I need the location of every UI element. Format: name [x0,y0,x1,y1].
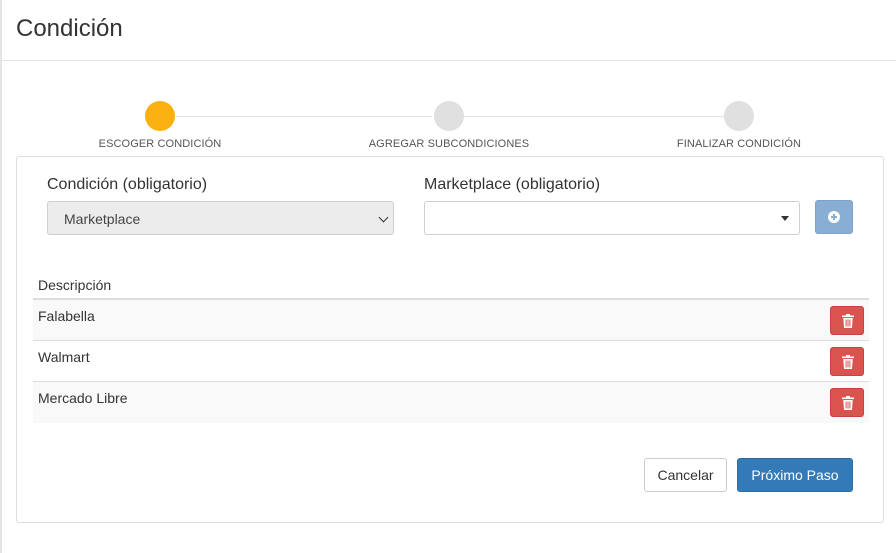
trash-icon [842,396,854,410]
table-row: Walmart [33,341,869,382]
caret-down-icon [781,216,789,221]
marketplace-select[interactable] [424,201,800,235]
step-2-label: AGREGAR SUBCONDICIONES [368,138,530,150]
row-description: Walmart [38,349,90,365]
table-header-description: Descripción [33,269,869,300]
step-2-indicator [434,101,464,131]
table-row: Falabella [33,300,869,341]
stepper-connector [176,116,432,117]
condition-label: Condición (obligatorio) [47,176,208,193]
condition-select-value: Marketplace [64,211,141,227]
trash-icon [842,355,854,369]
step-3-indicator [724,101,754,131]
stepper-connector [464,116,724,117]
step-1-indicator [145,101,175,131]
step-1-label: ESCOGER CONDICIÓN [98,138,222,150]
next-step-button[interactable]: Próximo Paso [737,458,853,492]
add-marketplace-button[interactable] [815,200,853,234]
step-3-label: FINALIZAR CONDICIÓN [676,138,802,150]
modal-header: Condición [0,0,896,61]
marketplace-table: Descripción Falabella Walmart Mercado Li… [33,269,869,423]
table-row: Mercado Libre [33,382,869,423]
condition-select[interactable]: Marketplace [47,201,394,235]
cancel-button[interactable]: Cancelar [644,458,727,492]
window-edge [0,0,2,553]
marketplace-label: Marketplace (obligatorio) [424,176,601,193]
delete-row-button[interactable] [830,347,864,376]
chevron-down-icon [378,212,389,223]
delete-row-button[interactable] [830,388,864,417]
condition-modal: Condición ESCOGER CONDICIÓN AGREGAR SUBC… [0,0,896,553]
row-description: Mercado Libre [38,390,128,406]
delete-row-button[interactable] [830,306,864,335]
trash-icon [842,314,854,328]
condition-panel: Condición (obligatorio) Marketplace Mark… [16,156,884,523]
page-title: Condición [16,15,123,42]
plus-circle-icon [828,211,840,223]
row-description: Falabella [38,308,95,324]
stepper: ESCOGER CONDICIÓN AGREGAR SUBCONDICIONES… [0,100,896,156]
